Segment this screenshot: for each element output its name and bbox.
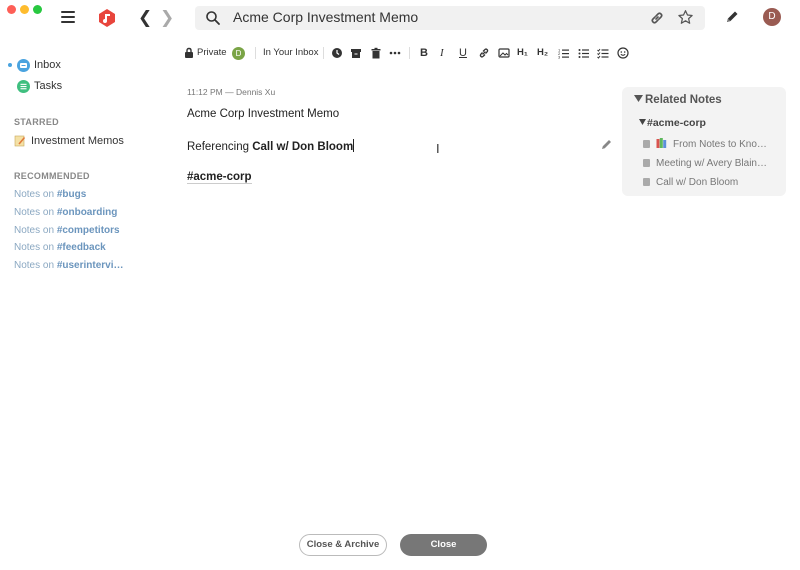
related-notes-heading-label: Related Notes bbox=[645, 94, 722, 106]
recommended-tag: #bugs bbox=[56, 189, 87, 200]
close-button[interactable]: Close bbox=[400, 534, 487, 556]
toolbar-divider bbox=[255, 47, 256, 59]
search-bar[interactable]: Acme Corp Investment Memo bbox=[195, 6, 705, 30]
sidebar-item-label: Tasks bbox=[34, 80, 63, 92]
recommended-prefix: Notes on bbox=[14, 242, 55, 253]
document-icon bbox=[643, 159, 650, 167]
privacy-label[interactable]: Private bbox=[197, 40, 227, 66]
app-logo-icon bbox=[99, 9, 115, 27]
reference-link[interactable]: Call w/ Don Bloom bbox=[252, 141, 353, 153]
related-note-item[interactable]: From Notes to Kno… bbox=[643, 138, 783, 150]
related-tag-label: #acme-corp bbox=[647, 117, 706, 129]
recommended-prefix: Notes on bbox=[14, 260, 55, 271]
active-indicator bbox=[8, 63, 12, 67]
title-bar: ❮ ❯ Acme Corp Investment Memo D bbox=[0, 0, 800, 36]
numbered-list-icon[interactable]: 1 2 3 bbox=[558, 47, 570, 59]
location-label[interactable]: In Your Inbox bbox=[263, 40, 318, 66]
caret-down-icon bbox=[634, 95, 643, 102]
note-title[interactable]: Acme Corp Investment Memo bbox=[187, 108, 339, 120]
related-notes-panel: Related Notes #acme-corp From Notes to K… bbox=[622, 87, 786, 196]
user-avatar[interactable]: D bbox=[763, 8, 781, 26]
inbox-icon bbox=[17, 59, 30, 72]
forward-icon[interactable]: ❯ bbox=[160, 8, 174, 28]
related-tag-group[interactable]: #acme-corp bbox=[639, 117, 706, 129]
recommended-prefix: Notes on bbox=[14, 225, 55, 236]
recommended-item[interactable]: Notes on #bugs bbox=[14, 189, 86, 200]
sidebar-item-label: Inbox bbox=[34, 59, 61, 71]
underline-button[interactable]: U bbox=[459, 40, 467, 66]
related-note-item[interactable]: Call w/ Don Bloom bbox=[643, 177, 783, 188]
recommended-item[interactable]: Notes on #competitors bbox=[14, 225, 120, 236]
bullet-list-icon[interactable] bbox=[578, 47, 590, 59]
star-icon[interactable] bbox=[677, 9, 694, 26]
heading1-button[interactable]: H₁ bbox=[517, 40, 528, 66]
recommended-tag: #feedback bbox=[56, 242, 106, 253]
trash-icon[interactable] bbox=[370, 47, 382, 59]
recommended-tag: #competitors bbox=[56, 225, 120, 236]
owner-avatar[interactable]: D bbox=[232, 47, 245, 60]
lock-icon bbox=[185, 47, 193, 58]
document-icon bbox=[643, 178, 650, 186]
italic-button[interactable]: I bbox=[440, 40, 444, 66]
recommended-item[interactable]: Notes on #onboarding bbox=[14, 207, 117, 218]
bold-button[interactable]: B bbox=[420, 40, 428, 66]
caret-down-icon bbox=[639, 119, 646, 125]
compose-icon[interactable] bbox=[724, 9, 740, 25]
image-icon[interactable] bbox=[498, 47, 510, 59]
tasks-icon bbox=[17, 80, 30, 93]
search-input[interactable]: Acme Corp Investment Memo bbox=[233, 9, 418, 25]
edit-pencil-icon[interactable] bbox=[600, 138, 613, 151]
heading2-button[interactable]: H₂ bbox=[537, 40, 548, 66]
toolbar-divider bbox=[323, 47, 324, 59]
sidebar-item-label: Investment Memos bbox=[31, 135, 124, 147]
recommended-tag: #onboarding bbox=[56, 207, 118, 218]
toolbar-divider bbox=[409, 47, 410, 59]
archive-icon[interactable] bbox=[350, 47, 362, 59]
back-icon[interactable]: ❮ bbox=[138, 8, 152, 28]
more-icon[interactable] bbox=[389, 47, 401, 59]
window-close-button[interactable] bbox=[7, 5, 16, 14]
window-minimize-button[interactable] bbox=[20, 5, 29, 14]
recommended-tag: #userintervi… bbox=[56, 260, 124, 271]
recommended-item[interactable]: Notes on #feedback bbox=[14, 242, 106, 253]
text-caret bbox=[353, 139, 355, 152]
books-icon bbox=[656, 138, 667, 148]
recommended-prefix: Notes on bbox=[14, 189, 55, 200]
menu-icon[interactable] bbox=[61, 11, 75, 23]
note-body-line[interactable]: Referencing Call w/ Don Bloom bbox=[187, 139, 355, 153]
related-note-title: From Notes to Kno… bbox=[673, 139, 767, 150]
reference-prefix: Referencing bbox=[187, 141, 250, 153]
window-zoom-button[interactable] bbox=[33, 5, 42, 14]
memo-icon bbox=[14, 135, 26, 147]
checklist-icon[interactable] bbox=[597, 47, 609, 59]
sidebar: Inbox Tasks STARRED Investment Memos REC… bbox=[0, 52, 170, 302]
note-tag[interactable]: #acme-corp bbox=[187, 171, 252, 184]
related-notes-heading[interactable]: Related Notes bbox=[634, 94, 722, 106]
note-meta: 11:12 PM — Dennis Xu bbox=[187, 87, 276, 97]
related-note-item[interactable]: Meeting w/ Avery Blain… bbox=[643, 158, 783, 169]
related-note-title: Meeting w/ Avery Blain… bbox=[656, 158, 767, 169]
recommended-heading: RECOMMENDED bbox=[14, 171, 90, 181]
document-icon bbox=[643, 140, 650, 148]
recommended-prefix: Notes on bbox=[14, 207, 55, 218]
svg-text:3: 3 bbox=[558, 55, 561, 60]
recommended-item[interactable]: Notes on #userintervi… bbox=[14, 260, 124, 271]
related-note-title: Call w/ Don Bloom bbox=[656, 177, 739, 188]
clock-icon[interactable] bbox=[331, 47, 343, 59]
starred-heading: STARRED bbox=[14, 117, 59, 127]
close-archive-button[interactable]: Close & Archive bbox=[299, 534, 387, 556]
text-cursor-icon: I bbox=[436, 141, 440, 156]
link-format-icon[interactable] bbox=[478, 47, 490, 59]
editor-toolbar: Private D In Your Inbox B I U H₁ H₂ 1 2 … bbox=[180, 40, 800, 66]
search-icon bbox=[206, 11, 220, 25]
emoji-icon[interactable] bbox=[617, 47, 629, 59]
link-icon[interactable] bbox=[649, 10, 665, 26]
